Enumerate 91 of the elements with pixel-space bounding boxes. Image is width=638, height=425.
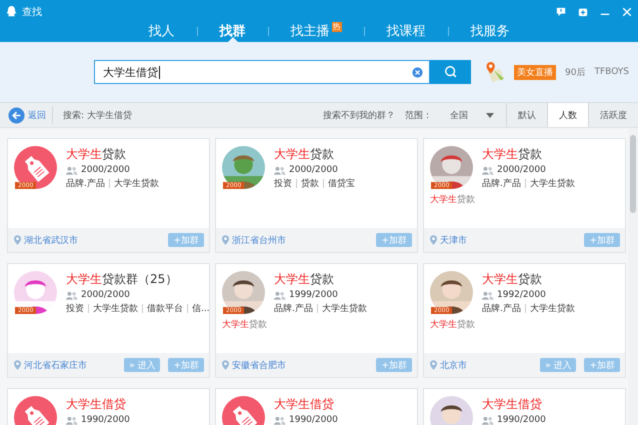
group-card[interactable]: 大学生借贷 1990/2000 (215, 388, 418, 425)
members-icon (274, 290, 286, 300)
group-tag: 借款平台 (147, 302, 183, 315)
members-icon (482, 416, 494, 424)
scrollbar-thumb[interactable] (630, 135, 636, 213)
group-tag: 品牌.产品 (274, 302, 313, 315)
member-count: 1992/2000 (497, 290, 546, 300)
location-icon (14, 360, 21, 370)
group-name[interactable]: 大学生借贷 (482, 396, 546, 413)
location-link[interactable]: 北京市 (440, 358, 467, 372)
location-link[interactable]: 河北省石家庄市 (24, 358, 87, 372)
members-icon (482, 166, 494, 174)
map-pin-icon[interactable] (484, 60, 506, 84)
dropdown-caret-icon (486, 112, 494, 118)
group-description: 大学生贷款 (429, 318, 476, 331)
search-query-label: 搜索: 大学生借贷 (63, 110, 132, 122)
location-icon (222, 235, 229, 245)
back-button[interactable]: 返回 (0, 106, 52, 124)
clear-icon[interactable] (412, 66, 423, 78)
nav-tab[interactable]: 找人 (126, 20, 196, 42)
scrollbar[interactable] (628, 128, 638, 425)
penguin-icon (6, 5, 17, 18)
window-title: 查找 (22, 6, 42, 18)
group-tag: 投资 (66, 302, 84, 315)
group-name[interactable]: 大学生贷款 (482, 271, 575, 288)
nav-tab[interactable]: 找课程 (364, 20, 448, 42)
hot-search-tag[interactable]: 90后 (565, 66, 586, 78)
group-card[interactable]: 大学生借贷 1990/2000 (7, 388, 210, 425)
search-icon (444, 65, 458, 79)
group-tag: 大学生贷款 (93, 302, 138, 315)
group-tag: 品牌.产品 (482, 177, 521, 190)
hot-search-tag[interactable]: 美女直播 (514, 64, 556, 80)
tag-avatar-icon (14, 146, 57, 189)
group-tag: 品牌.产品 (66, 177, 105, 190)
location-link[interactable]: 湖北省武汉市 (24, 234, 78, 246)
group-name[interactable]: 大学生借贷 (274, 396, 338, 413)
member-count: 1990/2000 (289, 415, 338, 425)
location-link[interactable]: 安徽省合肥市 (232, 358, 286, 372)
group-description: 大学生贷款 (429, 194, 476, 206)
group-tag: 品牌.产品 (482, 302, 521, 315)
sort-tab[interactable]: 活跃度 (588, 103, 638, 127)
member-count: 2000/2000 (289, 165, 338, 175)
group-name[interactable]: 大学生贷款 (274, 146, 355, 163)
location-icon (222, 360, 229, 370)
members-icon (274, 166, 286, 174)
location-icon (430, 235, 437, 245)
search-field[interactable]: 大学生借贷 (94, 60, 430, 84)
skin-icon[interactable] (578, 6, 588, 16)
members-icon (274, 416, 286, 424)
nav-tab[interactable]: 找群 (198, 20, 268, 42)
member-count: 1990/2000 (497, 415, 546, 425)
member-count: 2000/2000 (497, 165, 546, 175)
location-icon (430, 360, 437, 370)
group-name[interactable]: 大学生贷款群（25） (66, 271, 209, 288)
nav-tab[interactable]: 找主播 热 (268, 20, 364, 42)
group-tag: 大学生贷款 (530, 302, 575, 315)
location-link[interactable]: 天津市 (440, 234, 467, 246)
group-name[interactable]: 大学生贷款 (482, 146, 575, 163)
member-count: 2000/2000 (81, 165, 130, 175)
group-tag: 投资 (274, 177, 292, 190)
search-button[interactable] (430, 60, 472, 84)
group-description: 大学生贷款 (221, 318, 268, 331)
range-dropdown[interactable]: 全国 (442, 108, 506, 122)
close-icon[interactable] (622, 6, 632, 16)
not-found-link[interactable]: 搜索不到我的群？ (323, 108, 395, 122)
hot-search-tag[interactable]: TFBOYS (594, 67, 629, 77)
members-icon (66, 166, 78, 174)
group-tag: 借贷宝 (328, 177, 355, 190)
member-count: 1999/2000 (289, 290, 338, 300)
member-count: 1990/2000 (81, 415, 130, 425)
group-tag: 信... (192, 302, 210, 315)
members-icon (482, 290, 494, 300)
location-icon (14, 235, 21, 245)
group-tag: 大学生贷款 (114, 177, 159, 190)
group-card[interactable]: 大学生借贷 1990/2000 (423, 388, 626, 425)
feedback-icon[interactable] (556, 6, 566, 16)
group-tag: 大学生贷款 (530, 177, 575, 190)
location-link[interactable]: 浙江省台州市 (232, 234, 286, 246)
members-icon (66, 416, 78, 424)
group-name[interactable]: 大学生贷款 (66, 146, 159, 163)
nav-tab[interactable]: 找服务 (448, 20, 532, 42)
hot-badge: 热 (332, 22, 342, 32)
group-tag: 大学生贷款 (322, 302, 367, 315)
sort-tab[interactable]: 人数 (547, 103, 588, 127)
group-name[interactable]: 大学生借贷 (66, 396, 130, 413)
group-tag: 贷款 (301, 177, 319, 190)
search-text: 大学生借贷 (103, 64, 158, 80)
group-name[interactable]: 大学生贷款 (274, 271, 367, 288)
members-icon (66, 290, 78, 300)
member-count: 2000/2000 (81, 290, 130, 300)
range-label: 范围： (405, 110, 432, 122)
